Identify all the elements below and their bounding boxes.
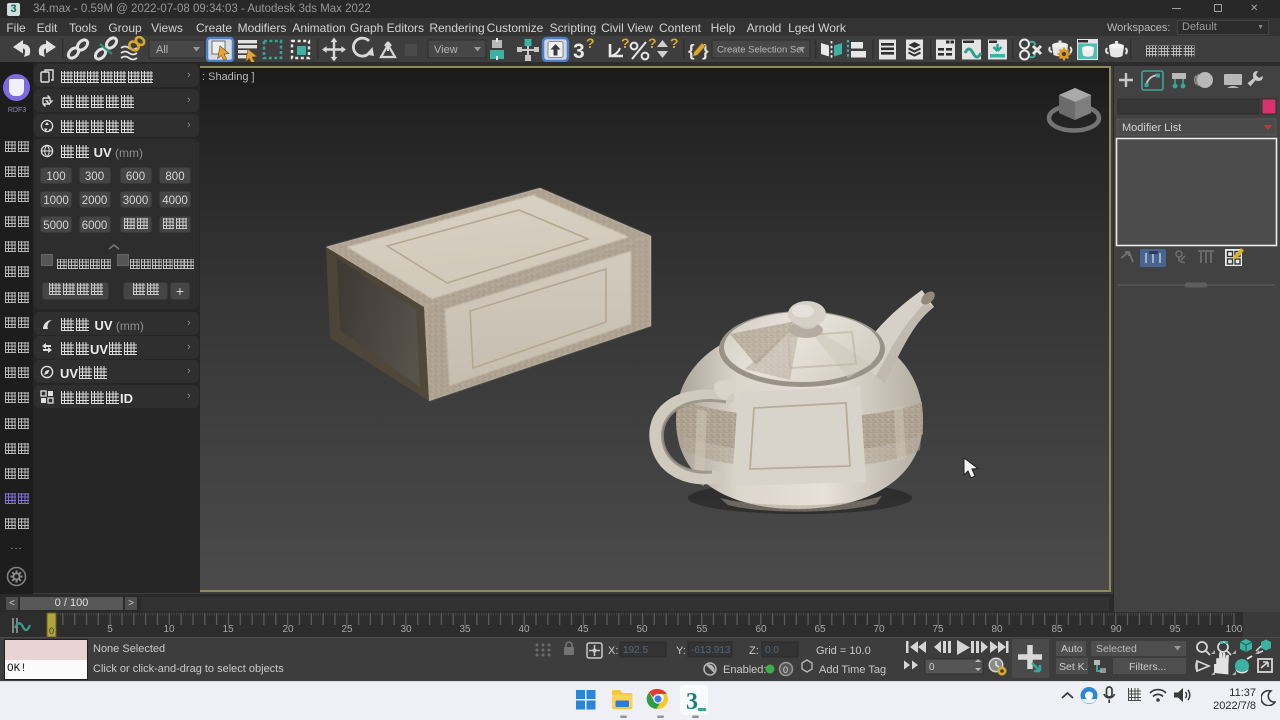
svg-text:View: View (434, 44, 458, 56)
svg-text:80: 80 (991, 624, 1003, 635)
svg-text:?: ? (621, 36, 630, 51)
svg-text:{: { (688, 41, 695, 60)
svg-text:0: 0 (49, 626, 54, 636)
svg-text:45: 45 (577, 624, 589, 635)
svg-text:90: 90 (1110, 624, 1122, 635)
svg-text:50: 50 (636, 624, 648, 635)
svg-text:-613.913: -613.913 (691, 645, 731, 656)
svg-text:?: ? (670, 36, 679, 51)
svg-text:35: 35 (459, 624, 471, 635)
svg-text:70: 70 (873, 624, 885, 635)
svg-text:40: 40 (518, 624, 530, 635)
svg-text:95: 95 (1169, 624, 1181, 635)
svg-text:60: 60 (755, 624, 767, 635)
svg-text:Auto: Auto (1061, 643, 1083, 655)
svg-text:?: ? (648, 36, 657, 51)
svg-text:30: 30 (400, 624, 412, 635)
svg-text:Z:: Z: (749, 645, 759, 657)
svg-text:65: 65 (814, 624, 826, 635)
svg-text:Enabled:: Enabled: (723, 664, 766, 676)
svg-text:0: 0 (783, 665, 788, 675)
svg-text:0: 0 (929, 662, 935, 673)
svg-text:15: 15 (222, 624, 234, 635)
svg-text:100: 100 (1226, 624, 1243, 635)
svg-text:?: ? (586, 36, 595, 51)
svg-text:Y:: Y: (676, 645, 686, 657)
svg-text:75: 75 (932, 624, 944, 635)
svg-text:Create Selection Set: Create Selection Set (717, 45, 804, 56)
svg-text:3: 3 (686, 689, 698, 715)
svg-text:5: 5 (107, 624, 113, 635)
svg-text:Grid = 10.0: Grid = 10.0 (816, 645, 871, 657)
svg-text:20: 20 (282, 624, 294, 635)
svg-text:Modifier List: Modifier List (1122, 122, 1181, 134)
svg-text:25: 25 (341, 624, 353, 635)
svg-text:Selected: Selected (1096, 643, 1137, 655)
svg-text:3: 3 (573, 40, 585, 62)
svg-text:55: 55 (696, 624, 708, 635)
svg-text:X:: X: (608, 645, 618, 657)
svg-text:10: 10 (163, 624, 175, 635)
svg-text:0.0: 0.0 (765, 645, 779, 656)
svg-text:192.5: 192.5 (623, 645, 648, 656)
svg-text:85: 85 (1051, 624, 1063, 635)
svg-text:Add Time Tag: Add Time Tag (819, 664, 886, 676)
svg-text:: Shading ]: : Shading ] (202, 71, 255, 83)
svg-text:All: All (156, 44, 168, 56)
svg-text:Filters...: Filters... (1129, 661, 1166, 673)
svg-text:Set K.: Set K. (1059, 661, 1088, 673)
